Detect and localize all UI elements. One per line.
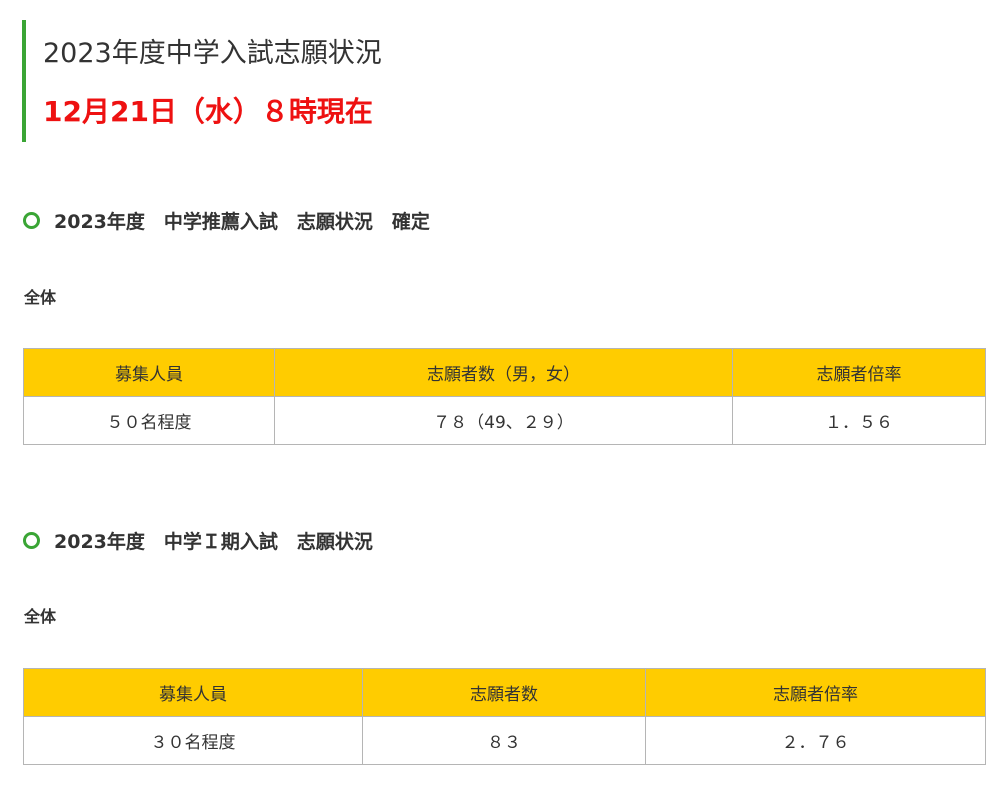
section-label-overall: 全体 <box>24 288 57 307</box>
title-block: 2023年度中学入試志願状況 12月21日（水）８時現在 <box>22 20 922 142</box>
header-ratio: 志願者倍率 <box>645 668 986 717</box>
section-heading-recommendation: 2023年度 中学推薦入試 志願状況 確定 <box>23 207 430 234</box>
section-heading-text: 2023年度 中学推薦入試 志願状況 確定 <box>54 211 430 233</box>
cell-applicants: ７８（49、２９） <box>274 396 733 445</box>
circle-bullet-icon <box>23 212 40 229</box>
header-capacity: 募集人員 <box>23 348 275 397</box>
update-time: 12月21日（水）８時現在 <box>43 95 373 128</box>
cell-capacity: ５０名程度 <box>23 396 275 445</box>
header-capacity: 募集人員 <box>23 668 363 717</box>
section-label-overall: 全体 <box>24 607 57 626</box>
first-term-table: 募集人員 志願者数 志願者倍率 ３０名程度 ８３ ２．７６ <box>23 668 986 765</box>
cell-ratio: ２．７６ <box>645 716 986 765</box>
cell-applicants: ８３ <box>362 716 646 765</box>
table-row: ５０名程度 ７８（49、２９） １．５６ <box>23 396 986 445</box>
cell-ratio: １．５６ <box>732 396 986 445</box>
header-applicants: 志願者数（男，女） <box>274 348 733 397</box>
circle-bullet-icon <box>23 532 40 549</box>
header-applicants: 志願者数 <box>362 668 646 717</box>
section-heading-first-term: 2023年度 中学Ｉ期入試 志願状況 <box>23 527 373 554</box>
table-header-row: 募集人員 志願者数（男，女） 志願者倍率 <box>23 348 986 397</box>
header-ratio: 志願者倍率 <box>732 348 986 397</box>
cell-capacity: ３０名程度 <box>23 716 363 765</box>
table-row: ３０名程度 ８３ ２．７６ <box>23 716 986 765</box>
page-title: 2023年度中学入試志願状況 <box>43 38 382 69</box>
recommendation-table: 募集人員 志願者数（男，女） 志願者倍率 ５０名程度 ７８（49、２９） １．５… <box>23 348 986 445</box>
section-heading-text: 2023年度 中学Ｉ期入試 志願状況 <box>54 531 373 553</box>
table-header-row: 募集人員 志願者数 志願者倍率 <box>23 668 986 717</box>
